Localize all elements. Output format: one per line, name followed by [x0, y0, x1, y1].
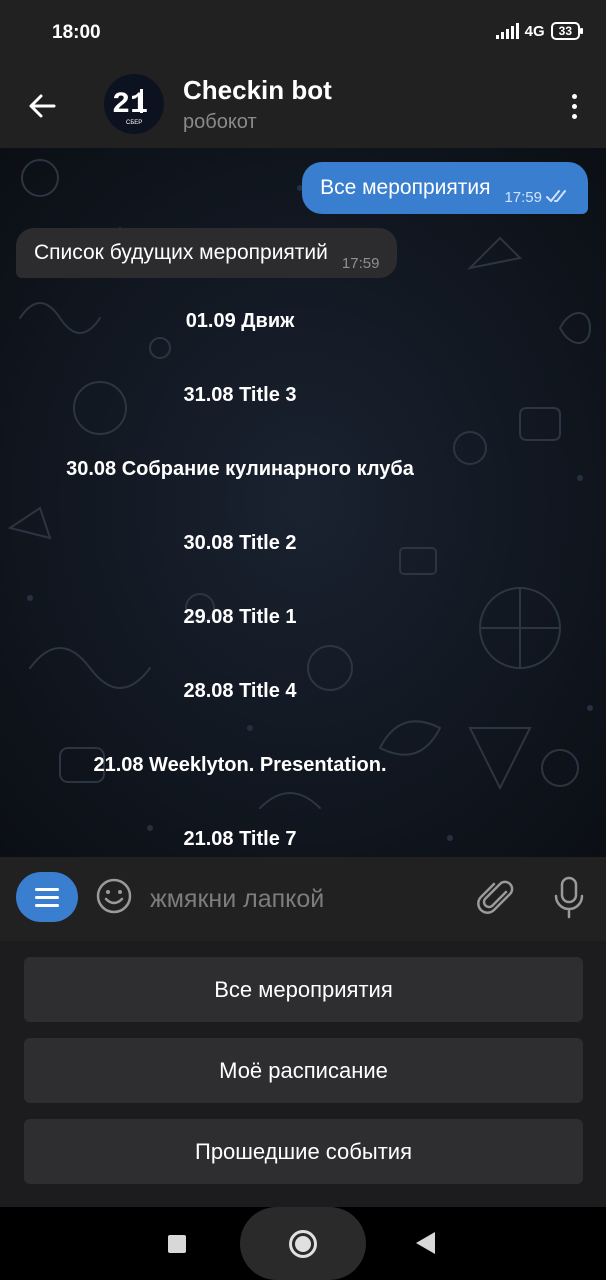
network-type: 4G — [524, 22, 545, 40]
chat-title[interactable]: Checkin bot — [183, 75, 332, 106]
message-input-bar — [0, 857, 606, 941]
my-schedule-button[interactable]: Моё расписание — [24, 1038, 583, 1103]
inline-button-event[interactable]: 29.08 Title 1 — [14, 580, 466, 654]
status-bar: 18:00 4G 33 — [0, 0, 606, 66]
battery-icon: 33 — [550, 22, 584, 40]
inline-button-event[interactable]: 30.08 Title 2 — [14, 506, 466, 580]
outgoing-message[interactable]: Все мероприятия 17:59 — [302, 162, 588, 214]
home-icon — [289, 1229, 317, 1258]
microphone-icon[interactable] — [551, 875, 587, 919]
more-vert-icon — [571, 93, 577, 99]
back-button[interactable] — [22, 86, 62, 126]
more-options-button[interactable] — [562, 84, 586, 128]
chat-subtitle: робокот — [183, 111, 257, 133]
double-check-icon — [546, 190, 566, 202]
message-text: Список будущих мероприятий — [34, 241, 328, 264]
reply-keyboard: Все мероприятия Моё расписание Прошедшие… — [0, 941, 606, 1207]
inline-keyboard: 01.09 Движ 31.08 Title 3 30.08 Собрание … — [14, 284, 466, 857]
message-input[interactable] — [150, 879, 460, 919]
avatar-caption: СБЕР — [126, 120, 142, 126]
menu-icon — [35, 887, 59, 891]
status-indicators: 4G 33 — [495, 22, 584, 40]
home-button[interactable] — [240, 1207, 366, 1280]
bot-avatar[interactable]: 21 СБЕР — [104, 74, 164, 134]
chat-messages-area[interactable]: Все мероприятия 17:59 Список будущих мер… — [0, 148, 606, 857]
inline-button-event[interactable]: 21.08 Title 7 — [14, 802, 466, 857]
paperclip-icon[interactable] — [476, 877, 514, 917]
inline-button-event[interactable]: 30.08 Собрание кулинарного клуба — [14, 432, 466, 506]
recent-apps-button[interactable] — [168, 1235, 186, 1253]
signal-icon — [495, 23, 519, 39]
inline-button-event[interactable]: 01.09 Движ — [14, 284, 466, 358]
back-arrow-icon — [29, 94, 56, 118]
emoji-icon[interactable] — [95, 877, 133, 915]
inline-button-event[interactable]: 31.08 Title 3 — [14, 358, 466, 432]
bot-menu-button[interactable] — [16, 872, 78, 922]
status-time: 18:00 — [52, 22, 101, 43]
all-events-button[interactable]: Все мероприятия — [24, 957, 583, 1022]
chat-header: 21 СБЕР Checkin bot робокот — [0, 66, 606, 148]
inline-button-event[interactable]: 21.08 Weeklyton. Presentation. — [14, 728, 466, 802]
inline-button-event[interactable]: 28.08 Title 4 — [14, 654, 466, 728]
system-back-button[interactable] — [416, 1232, 435, 1254]
message-text: Все мероприятия — [320, 176, 491, 199]
system-nav-bar — [0, 1207, 606, 1280]
past-events-button[interactable]: Прошедшие события — [24, 1119, 583, 1184]
incoming-message[interactable]: Список будущих мероприятий 17:59 — [16, 228, 398, 278]
message-time: 17:59 — [341, 254, 380, 272]
message-time: 17:59 — [504, 188, 542, 206]
